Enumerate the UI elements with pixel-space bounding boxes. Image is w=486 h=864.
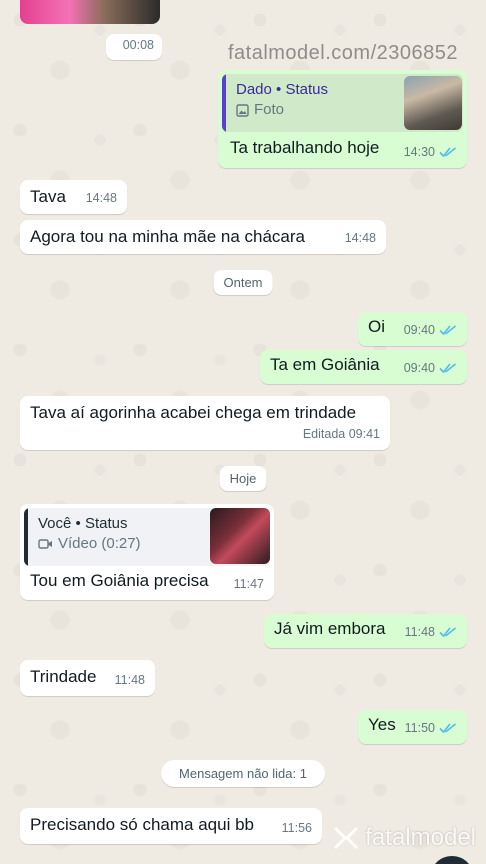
- message-time: 11:48: [405, 621, 457, 643]
- read-ticks-icon: [439, 147, 456, 158]
- message-bubble[interactable]: Agora tou na minha mãe na chácara 14:48: [20, 220, 386, 254]
- message-time: 00:08: [122, 38, 154, 52]
- message-text: Tava: [30, 187, 66, 206]
- message-text: Trindade: [30, 667, 97, 686]
- message-text: Ta em Goiânia: [270, 355, 380, 374]
- watermark-url: fatalmodel.com/2306852: [227, 42, 458, 64]
- read-ticks-icon: [439, 363, 456, 374]
- message-bubble[interactable]: Precisando só chama aqui bb 11:56: [20, 808, 322, 844]
- message-time: 14:48: [344, 231, 376, 245]
- read-ticks-icon: [439, 325, 456, 336]
- fatalmodel-logo-icon: [334, 826, 359, 850]
- message-time: 11:48: [114, 673, 145, 687]
- message-time: 11:50: [405, 717, 457, 739]
- quote-subtitle-text: Vídeo (0:27): [58, 535, 141, 552]
- message-time: 14:48: [85, 191, 117, 205]
- message-text: Precisando só chama aqui bb: [30, 815, 254, 834]
- message-time: Editada 09:41: [302, 427, 380, 441]
- watermark-logo: fatalmodel: [331, 824, 476, 852]
- message-time: 11:56: [281, 821, 312, 835]
- top-image-fragment[interactable]: [20, 0, 160, 24]
- status-thumbnail[interactable]: [210, 508, 270, 564]
- message-bubble[interactable]: Tava aí agorinha acabei chega em trindad…: [20, 396, 390, 450]
- message-text: Já vim embora: [274, 619, 386, 638]
- message-time: 11:47: [233, 577, 264, 591]
- message-time: 09:40: [404, 357, 457, 379]
- message-text: Agora tou na minha mãe na chácara: [30, 227, 306, 246]
- date-separator: Ontem: [213, 270, 273, 295]
- date-separator: Hoje: [219, 466, 267, 491]
- photo-icon: [236, 103, 249, 117]
- quote-subtitle-text: Foto: [254, 101, 285, 118]
- read-ticks-icon: [439, 627, 456, 638]
- watermark-logo-text: fatalmodel: [365, 824, 476, 851]
- read-ticks-icon: [439, 723, 456, 734]
- video-icon: [38, 539, 52, 549]
- message-bubble[interactable]: Yes 11:50: [358, 710, 467, 744]
- message-bubble[interactable]: Trindade 11:48: [20, 660, 155, 696]
- message-bubble[interactable]: Já vim embora 11:48: [264, 614, 467, 648]
- message-text: Tou em Goiânia precisa: [30, 571, 209, 590]
- message-text: Yes: [368, 715, 396, 734]
- message-time: 14:30: [404, 141, 457, 163]
- status-thumbnail[interactable]: [404, 76, 462, 130]
- message-text: Oi: [368, 317, 385, 336]
- message-bubble[interactable]: Tava 14:48: [20, 180, 127, 214]
- unread-separator: Mensagem não lida: 1: [161, 760, 325, 787]
- message-text: Tava aí agorinha acabei chega em trindad…: [30, 403, 357, 422]
- message-bubble[interactable]: 00:08: [106, 34, 162, 60]
- message-time: 09:40: [404, 319, 457, 341]
- message-text: Ta trabalhando hoje: [230, 138, 380, 157]
- status-reply-bubble[interactable]: Você • Status Vídeo (0:27) Tou em Goiâni…: [20, 504, 274, 600]
- message-bubble[interactable]: Oi 09:40: [358, 312, 467, 346]
- status-reply-bubble[interactable]: Dado • Status Foto Ta trabalhando hoje 1…: [218, 70, 467, 168]
- message-bubble[interactable]: Ta em Goiânia 09:40: [260, 350, 467, 384]
